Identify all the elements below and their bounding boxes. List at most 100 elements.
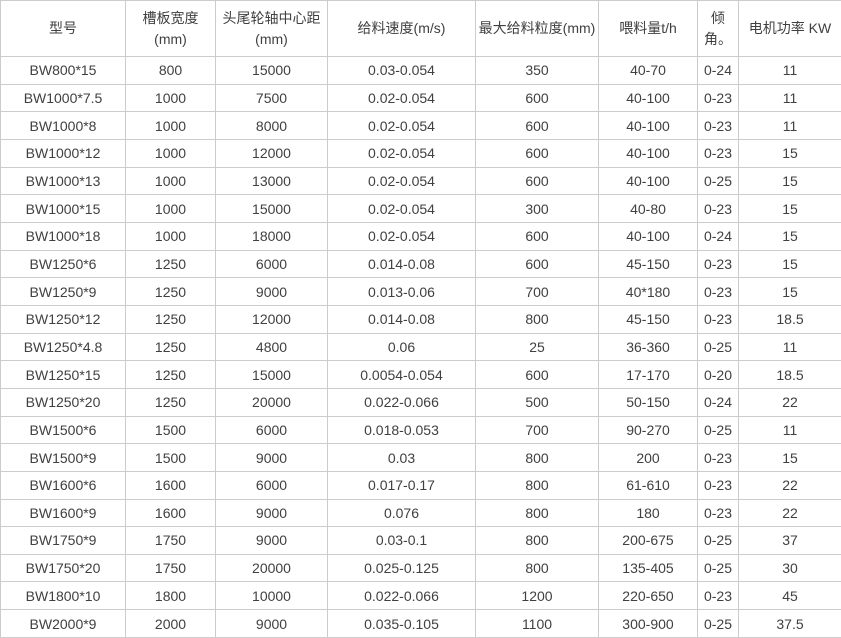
table-cell: 18000: [216, 222, 328, 250]
table-row: BW1000*151000150000.02-0.05430040-800-23…: [1, 195, 841, 223]
table-cell: 0-25: [698, 527, 739, 555]
table-cell: BW800*15: [1, 57, 126, 85]
table-cell: 8000: [216, 112, 328, 140]
table-cell: BW1800*10: [1, 582, 126, 610]
table-cell: 7500: [216, 84, 328, 112]
table-cell: 9000: [216, 499, 328, 527]
table-row: BW1600*9160090000.0768001800-2322: [1, 499, 841, 527]
table-cell: 1100: [476, 610, 599, 638]
table-cell: 11: [739, 84, 841, 112]
table-cell: 0-23: [698, 112, 739, 140]
table-row: BW1250*6125060000.014-0.0860045-1500-231…: [1, 250, 841, 278]
table-cell: 11: [739, 112, 841, 140]
table-cell: 6000: [216, 416, 328, 444]
table-cell: 4800: [216, 333, 328, 361]
table-row: BW1000*121000120000.02-0.05460040-1000-2…: [1, 139, 841, 167]
table-cell: 15: [739, 222, 841, 250]
header-row: 型号槽板宽度(mm)头尾轮轴中心距 (mm)给料速度(m/s)最大给料粒度(mm…: [1, 1, 841, 57]
table-cell: 45-150: [599, 250, 698, 278]
table-cell: 350: [476, 57, 599, 85]
table-cell: 1750: [126, 527, 216, 555]
table-cell: 0.03-0.054: [328, 57, 476, 85]
table-row: BW1750*201750200000.025-0.125800135-4050…: [1, 554, 841, 582]
table-cell: 0.035-0.105: [328, 610, 476, 638]
table-cell: BW1500*6: [1, 416, 126, 444]
table-row: BW1750*9175090000.03-0.1800200-6750-2537: [1, 527, 841, 555]
column-header-0: 型号: [1, 1, 126, 57]
table-cell: 800: [476, 499, 599, 527]
table-cell: 0.018-0.053: [328, 416, 476, 444]
table-cell: BW1000*13: [1, 167, 126, 195]
table-cell: 800: [476, 527, 599, 555]
table-cell: 500: [476, 388, 599, 416]
table-cell: 0-20: [698, 361, 739, 389]
table-cell: 22: [739, 388, 841, 416]
table-cell: 40-100: [599, 84, 698, 112]
table-cell: BW1000*7.5: [1, 84, 126, 112]
table-cell: 61-610: [599, 471, 698, 499]
table-cell: 0.02-0.054: [328, 167, 476, 195]
spec-table-head: 型号槽板宽度(mm)头尾轮轴中心距 (mm)给料速度(m/s)最大给料粒度(mm…: [1, 1, 841, 57]
column-header-3: 给料速度(m/s): [328, 1, 476, 57]
table-cell: 0-23: [698, 582, 739, 610]
table-cell: 135-405: [599, 554, 698, 582]
table-cell: 15000: [216, 57, 328, 85]
table-cell: 0.02-0.054: [328, 222, 476, 250]
table-cell: 180: [599, 499, 698, 527]
table-cell: 9000: [216, 527, 328, 555]
table-cell: 0-23: [698, 250, 739, 278]
table-row: BW1250*9125090000.013-0.0670040*1800-231…: [1, 278, 841, 306]
feeder-specification-table: 型号槽板宽度(mm)头尾轮轴中心距 (mm)给料速度(m/s)最大给料粒度(mm…: [0, 0, 841, 638]
table-row: BW800*15800150000.03-0.05435040-700-2411: [1, 57, 841, 85]
table-cell: 1800: [126, 582, 216, 610]
table-cell: 12000: [216, 139, 328, 167]
table-cell: 0.03-0.1: [328, 527, 476, 555]
table-cell: 40-80: [599, 195, 698, 223]
table-cell: 300-900: [599, 610, 698, 638]
table-cell: BW1000*8: [1, 112, 126, 140]
table-cell: 0-23: [698, 471, 739, 499]
table-cell: 200-675: [599, 527, 698, 555]
table-cell: BW1250*4.8: [1, 333, 126, 361]
table-cell: 6000: [216, 250, 328, 278]
table-cell: 0.076: [328, 499, 476, 527]
table-cell: 15: [739, 278, 841, 306]
table-cell: 1750: [126, 554, 216, 582]
table-cell: 11: [739, 57, 841, 85]
table-cell: 0.014-0.08: [328, 250, 476, 278]
table-cell: 0.014-0.08: [328, 305, 476, 333]
table-cell: 11: [739, 416, 841, 444]
table-cell: 600: [476, 222, 599, 250]
table-cell: BW1250*15: [1, 361, 126, 389]
table-cell: BW1250*20: [1, 388, 126, 416]
table-row: BW1000*181000180000.02-0.05460040-1000-2…: [1, 222, 841, 250]
table-cell: 20000: [216, 388, 328, 416]
table-cell: 0.0054-0.054: [328, 361, 476, 389]
table-cell: 40-100: [599, 139, 698, 167]
table-cell: 18.5: [739, 361, 841, 389]
page: 型号槽板宽度(mm)头尾轮轴中心距 (mm)给料速度(m/s)最大给料粒度(mm…: [0, 0, 841, 638]
table-cell: 0-23: [698, 444, 739, 472]
table-cell: BW1000*18: [1, 222, 126, 250]
table-cell: 0-23: [698, 499, 739, 527]
table-cell: 25: [476, 333, 599, 361]
table-cell: 1000: [126, 84, 216, 112]
table-cell: 40-100: [599, 222, 698, 250]
table-cell: 1000: [126, 195, 216, 223]
table-cell: 1250: [126, 305, 216, 333]
table-cell: 600: [476, 167, 599, 195]
table-cell: 0.03: [328, 444, 476, 472]
table-cell: 1250: [126, 361, 216, 389]
table-cell: 0-23: [698, 278, 739, 306]
table-cell: 0.06: [328, 333, 476, 361]
table-cell: 0.02-0.054: [328, 139, 476, 167]
table-cell: 0-23: [698, 305, 739, 333]
table-cell: 15: [739, 167, 841, 195]
table-cell: 1000: [126, 139, 216, 167]
column-header-1: 槽板宽度(mm): [126, 1, 216, 57]
table-cell: 9000: [216, 278, 328, 306]
table-cell: BW1600*6: [1, 471, 126, 499]
table-cell: 13000: [216, 167, 328, 195]
table-row: BW1250*4.8125048000.062536-3600-2511: [1, 333, 841, 361]
table-cell: 700: [476, 278, 599, 306]
